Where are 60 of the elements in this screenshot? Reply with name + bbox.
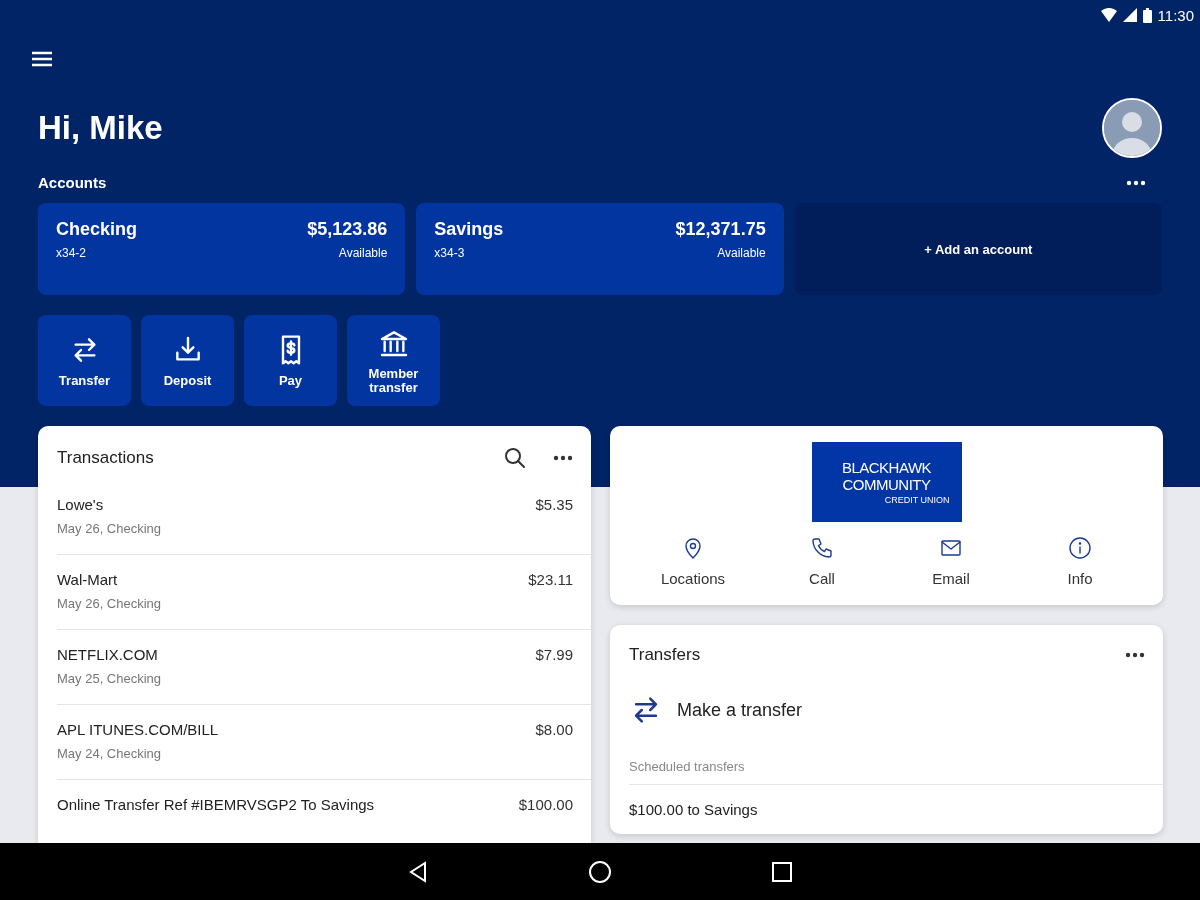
account-balance: $12,371.75	[675, 219, 766, 240]
menu-icon[interactable]	[30, 50, 54, 68]
credit-union-logo: BLACKHAWK COMMUNITY CREDIT UNION	[811, 442, 962, 522]
recent-apps-icon[interactable]	[772, 861, 792, 882]
transfers-heading: Transfers	[629, 645, 701, 665]
transaction-detail: May 26, Checking	[57, 521, 162, 536]
scheduled-transfers-heading: Scheduled transfers	[629, 759, 1163, 785]
quick-action-button[interactable]: Deposit	[141, 315, 234, 406]
quick-action-button[interactable]: Transfer	[38, 315, 131, 406]
transactions-heading: Transactions	[57, 448, 154, 468]
account-name: Savings	[434, 219, 504, 240]
account-number: x34-2	[56, 246, 88, 260]
back-icon[interactable]	[408, 860, 428, 883]
quick-action-button[interactable]: Member transfer	[347, 315, 440, 406]
transaction-amount: $8.00	[535, 721, 573, 740]
scheduled-transfer[interactable]: $100.00 to Savings	[610, 785, 1163, 834]
account-name: Checking	[56, 219, 138, 240]
more-options-icon[interactable]	[1126, 179, 1146, 186]
merchant-name: Lowe's	[57, 496, 105, 513]
merchant-name: Online Transfer Ref #IBEMRVSGP2 To Savings	[57, 796, 375, 813]
contact-action-button[interactable]: Call	[757, 536, 887, 587]
transaction-amount: $5.35	[535, 496, 573, 515]
transaction-amount: $7.99	[535, 646, 573, 665]
account-card[interactable]: Checking x34-2 $5,123.86 Available	[38, 203, 406, 295]
accounts-heading: Accounts	[38, 174, 107, 191]
merchant-name: Wal-Mart	[57, 571, 119, 588]
phone-icon	[810, 536, 834, 560]
account-number: x34-3	[434, 246, 466, 260]
make-transfer-button[interactable]: Make a transfer	[610, 675, 822, 759]
transaction-amount: $23.11	[528, 571, 573, 590]
greeting-heading: Hi, Mike	[38, 109, 163, 147]
transaction-row[interactable]: APL ITUNES.COM/BILL May 24, Checking $8.00	[57, 705, 591, 780]
contact-action-button[interactable]: Info	[1015, 536, 1145, 587]
transaction-detail: May 26, Checking	[57, 596, 162, 611]
info-icon	[1068, 536, 1092, 560]
battery-icon	[1142, 7, 1152, 23]
transaction-detail: May 24, Checking	[57, 746, 163, 761]
contact-action-button[interactable]: Locations	[628, 536, 758, 587]
account-card[interactable]: Savings x34-3 $12,371.75 Available	[416, 203, 784, 295]
transaction-row[interactable]: NETFLIX.COM May 25, Checking $7.99	[57, 630, 591, 705]
more-options-icon[interactable]	[553, 455, 573, 461]
merchant-name: APL ITUNES.COM/BILL	[57, 721, 219, 738]
signal-icon	[1122, 8, 1137, 22]
balance-label: Available	[337, 246, 388, 260]
wifi-icon	[1100, 8, 1117, 22]
transaction-row[interactable]: Wal-Mart May 26, Checking $23.11	[57, 555, 591, 630]
transaction-detail: May 25, Checking	[57, 671, 162, 686]
transaction-row[interactable]: Lowe's May 26, Checking $5.35	[57, 480, 591, 555]
home-icon[interactable]	[588, 859, 612, 884]
account-balance: $5,123.86	[307, 219, 388, 240]
quick-action-button[interactable]: Pay	[244, 315, 337, 406]
add-account-button[interactable]: + Add an account	[794, 203, 1162, 295]
more-options-icon[interactable]	[1125, 652, 1145, 658]
balance-label: Available	[716, 246, 766, 260]
avatar-silhouette-icon[interactable]	[1102, 98, 1162, 158]
merchant-name: NETFLIX.COM	[57, 646, 159, 663]
search-icon	[503, 446, 527, 470]
transaction-amount: $100.00	[518, 796, 573, 815]
clock-time: 11:30	[1157, 6, 1194, 24]
contact-action-button[interactable]: Email	[886, 536, 1016, 587]
